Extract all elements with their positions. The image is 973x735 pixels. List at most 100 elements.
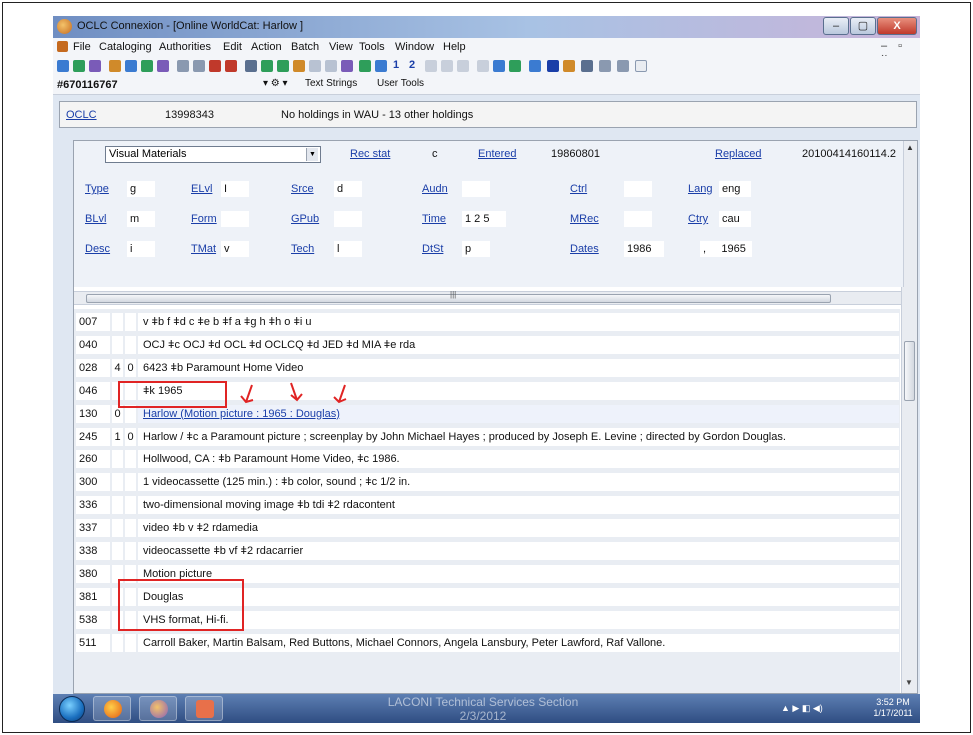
field-row-511[interactable]: 511 Carroll Baker, Martin Balsam, Red But… bbox=[74, 633, 900, 653]
help-icon[interactable] bbox=[547, 60, 559, 72]
menu-edit[interactable]: Edit bbox=[223, 41, 242, 53]
browse-icon[interactable] bbox=[73, 60, 85, 72]
menu-cataloging[interactable]: Cataloging bbox=[99, 41, 152, 53]
field-content[interactable]: VHS format, Hi-fi. bbox=[138, 610, 899, 629]
field-indicator-1[interactable] bbox=[112, 313, 123, 331]
bks-icon[interactable] bbox=[563, 60, 575, 72]
field-tag[interactable]: 028 bbox=[76, 358, 110, 377]
ff-label-time[interactable]: Time bbox=[422, 213, 446, 225]
list-icon[interactable] bbox=[341, 60, 353, 72]
field-content[interactable]: videocassette ǂb vf ǂ2 rdacarrier bbox=[138, 542, 899, 560]
vertical-scrollbar[interactable]: ▼ bbox=[901, 287, 917, 693]
ff-value-type[interactable]: g bbox=[127, 181, 155, 197]
field-indicator-1[interactable] bbox=[112, 633, 123, 652]
record-icon[interactable] bbox=[109, 60, 121, 72]
copy-icon[interactable] bbox=[125, 60, 137, 72]
paste-icon[interactable] bbox=[141, 60, 153, 72]
field-indicator-2[interactable] bbox=[125, 519, 136, 538]
taskbar-connexion[interactable] bbox=[139, 696, 177, 721]
undo-icon[interactable] bbox=[209, 60, 221, 72]
field-tag[interactable]: 300 bbox=[76, 473, 110, 492]
field-indicator-1[interactable] bbox=[112, 335, 123, 354]
field-tag[interactable]: 130 bbox=[76, 404, 110, 423]
ff-label-elvl[interactable]: ELvl bbox=[191, 183, 212, 195]
field-indicator-2[interactable] bbox=[125, 313, 136, 331]
ff-label-desc[interactable]: Desc bbox=[85, 243, 110, 255]
close-button[interactable]: X bbox=[877, 17, 917, 35]
ff-label-mrec[interactable]: MRec bbox=[570, 213, 599, 225]
field-row-336[interactable]: 336 two-dimensional moving image ǂb tdi ǂ… bbox=[74, 495, 900, 515]
field-indicator-1[interactable] bbox=[112, 473, 123, 492]
field-indicator-1[interactable] bbox=[112, 450, 123, 469]
field-content[interactable]: 1 videocassette (125 min.) : ǂb color, s… bbox=[138, 473, 899, 492]
field-tag[interactable]: 337 bbox=[76, 519, 110, 538]
ff-value-mrec[interactable] bbox=[624, 211, 652, 227]
ff-value-dtst[interactable]: p bbox=[462, 241, 490, 257]
field-content[interactable]: Harlow (Motion picture : 1965 : Douglas) bbox=[138, 404, 899, 423]
menu-authorities[interactable]: Authorities bbox=[159, 41, 211, 53]
ff-label-lang[interactable]: Lang bbox=[688, 183, 712, 195]
field-indicator-1[interactable] bbox=[112, 519, 123, 538]
format-select[interactable]: Visual Materials ▼ bbox=[105, 146, 321, 163]
field-content[interactable]: two-dimensional moving image ǂb tdi ǂ2 r… bbox=[138, 496, 899, 515]
menu-batch[interactable]: Batch bbox=[291, 41, 319, 53]
vertical-scroll-thumb[interactable] bbox=[904, 341, 915, 401]
field-tag[interactable]: 511 bbox=[76, 633, 110, 652]
ff-label-tmat[interactable]: TMat bbox=[191, 243, 216, 255]
ff-label-ctry[interactable]: Ctry bbox=[688, 213, 708, 225]
field-indicator-2[interactable] bbox=[125, 496, 136, 515]
field-content[interactable]: v ǂb f ǂd c ǂe b ǂf a ǂg h ǂh o ǂi u bbox=[138, 313, 899, 331]
start-button[interactable] bbox=[59, 696, 85, 722]
ff-value-lang[interactable]: eng bbox=[719, 181, 751, 197]
share-icon[interactable] bbox=[509, 60, 521, 72]
field-indicator-2[interactable]: 0 bbox=[125, 358, 136, 377]
field-tag[interactable]: 040 bbox=[76, 335, 110, 354]
menu-tools[interactable]: Tools bbox=[359, 41, 385, 53]
field-indicator-1[interactable]: 1 bbox=[112, 427, 123, 446]
ff-value-srce[interactable]: d bbox=[334, 181, 362, 197]
derive-icon[interactable] bbox=[277, 60, 289, 72]
ff-value-audn[interactable] bbox=[462, 181, 490, 197]
field-tag[interactable]: 046 bbox=[76, 381, 110, 400]
field-tag[interactable]: 007 bbox=[76, 313, 110, 331]
validate-icon[interactable] bbox=[225, 60, 237, 72]
lock-icon[interactable] bbox=[193, 60, 205, 72]
field-indicator-2[interactable] bbox=[125, 473, 136, 492]
field-tag[interactable]: 380 bbox=[76, 564, 110, 583]
table-icon[interactable] bbox=[581, 60, 593, 72]
constant-icon[interactable] bbox=[477, 60, 489, 72]
flag-icon[interactable] bbox=[493, 60, 505, 72]
field-indicator-1[interactable] bbox=[112, 542, 123, 560]
field-content[interactable]: video ǂb v ǂ2 rdamedia bbox=[138, 519, 899, 538]
field-tag[interactable]: 538 bbox=[76, 610, 110, 629]
chart-icon[interactable] bbox=[529, 60, 541, 72]
replace-icon[interactable] bbox=[245, 60, 257, 72]
ff-label-dates[interactable]: Dates bbox=[570, 243, 599, 255]
ff-value-desc[interactable]: i bbox=[127, 241, 155, 257]
text-strings-button[interactable]: Text Strings bbox=[305, 78, 357, 89]
field-indicator-2[interactable] bbox=[125, 633, 136, 652]
ff-value-date1[interactable]: 1986 bbox=[624, 241, 664, 257]
grid-icon[interactable] bbox=[325, 60, 337, 72]
field-content[interactable]: Motion picture bbox=[138, 564, 899, 583]
field-row-337[interactable]: 337 video ǂb v ǂ2 rdamedia bbox=[74, 518, 900, 538]
system-tray[interactable]: ▲ ▶ ◧ ◀) bbox=[781, 703, 823, 714]
ff-label-blvl[interactable]: BLvl bbox=[85, 213, 106, 225]
ff-value-form[interactable] bbox=[221, 211, 249, 227]
holdings-icon[interactable] bbox=[177, 60, 189, 72]
ocn-field[interactable]: #670116767 bbox=[57, 79, 118, 91]
field-content[interactable]: OCJ ǂc OCJ ǂd OCL ǂd OCLCQ ǂd JED ǂd MIA… bbox=[138, 335, 899, 354]
menu-help[interactable]: Help bbox=[443, 41, 466, 53]
ff-value-ctrl[interactable] bbox=[624, 181, 652, 197]
search-icon[interactable] bbox=[57, 60, 69, 72]
field-content[interactable]: Hollwood, CA : ǂb Paramount Home Video, … bbox=[138, 450, 899, 469]
field-indicator-1[interactable]: 4 bbox=[112, 358, 123, 377]
field-row-300[interactable]: 300 1 videocassette (125 min.) : ǂb color… bbox=[74, 472, 900, 492]
ff-value-date2[interactable]: , 1965 bbox=[700, 241, 752, 257]
field-tag[interactable]: 245 bbox=[76, 427, 110, 446]
field-indicator-2[interactable] bbox=[125, 450, 136, 469]
print-icon[interactable] bbox=[375, 60, 387, 72]
ff-label-ctrl[interactable]: Ctrl bbox=[570, 183, 587, 195]
send-icon[interactable] bbox=[359, 60, 371, 72]
authority-icon[interactable] bbox=[89, 60, 101, 72]
